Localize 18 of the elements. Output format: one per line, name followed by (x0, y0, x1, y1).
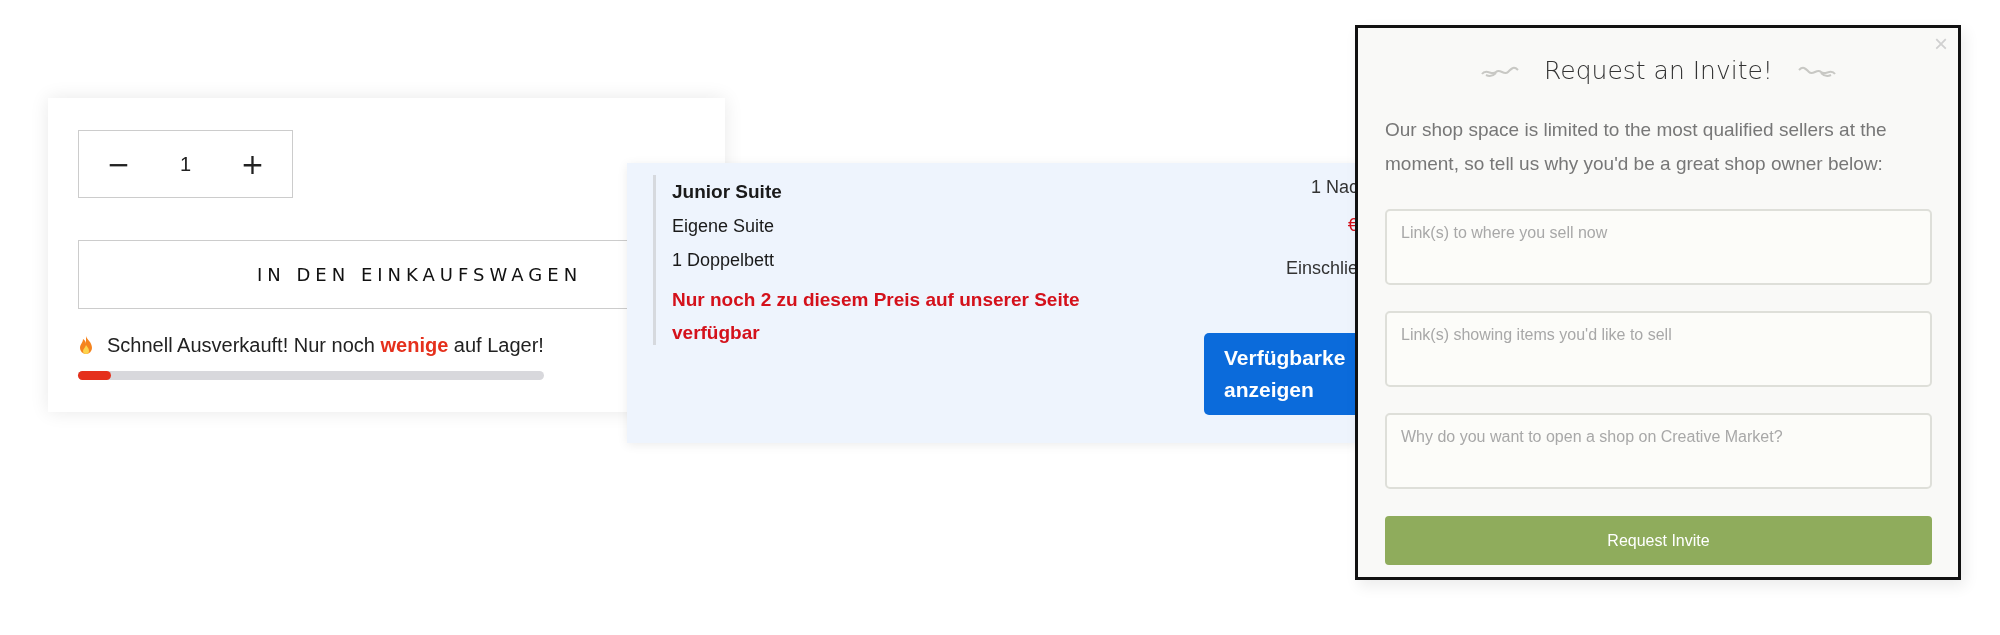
input-field[interactable]: Why do you want to open a shop on Creative Market? (1385, 413, 1932, 489)
decrease-button[interactable]: − (100, 147, 137, 181)
input-field[interactable]: Link(s) to where you sell now (1385, 209, 1932, 285)
room-detail: Eigene Suite (672, 216, 776, 237)
room-detail: 1 Doppelbett (672, 250, 776, 271)
price-note: Einschlie (1285, 258, 1358, 279)
input-field[interactable]: Link(s) showing items you'd like to sell (1385, 311, 1932, 387)
increase-button[interactable]: + (234, 147, 271, 181)
add-to-cart-button[interactable]: IN DEN EINKAUFSWAGEN (78, 240, 627, 309)
room-title: Junior Suite (672, 181, 783, 203)
dialog-description: Our shop space is limited to the most qualified sellers at the moment, so tell us why you'd be a great shop owner below: (1385, 118, 1888, 176)
quantity-stepper[interactable]: − 1 + (78, 130, 293, 198)
quantity-value: 1 (179, 152, 192, 176)
availability-warning: Nur noch 2 zu diesem Preis auf unserer Seite verfügbar (672, 288, 1081, 345)
availability-button[interactable]: Verfügbarke anzeigen (1204, 333, 1358, 415)
stock-message: Schnell Ausverkauft! Nur noch wenige auf Lager! (107, 334, 544, 357)
dialog-title: Request an Invite! (1544, 56, 1773, 85)
flame-icon (78, 335, 94, 356)
